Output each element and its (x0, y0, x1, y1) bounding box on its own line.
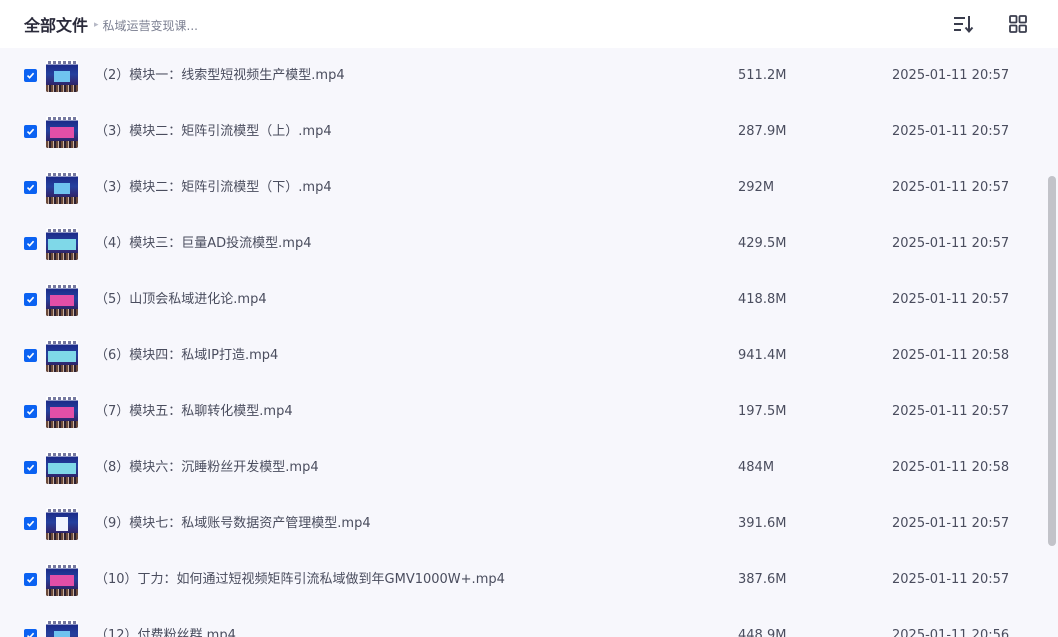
file-modified-time: 2025-01-11 20:58 (892, 348, 1010, 363)
video-thumbnail[interactable] (46, 284, 78, 316)
checkmark-icon (26, 240, 35, 247)
file-name[interactable]: （6）模块四：私域IP打造.mp4 (95, 328, 278, 384)
row-checkbox[interactable] (24, 629, 37, 637)
vertical-scrollbar[interactable] (1046, 48, 1058, 637)
checkmark-icon (26, 296, 35, 303)
file-modified-time: 2025-01-11 20:57 (892, 68, 1010, 83)
file-row[interactable]: （5）山顶会私域进化论.mp4 418.8M 2025-01-11 20:57 (0, 272, 1046, 328)
file-row[interactable]: （8）模块六：沉睡粉丝开发模型.mp4 484M 2025-01-11 20:5… (0, 440, 1046, 496)
file-browser: 全部文件 ▸ 私域运营变现课... （2）模块一：线索型短视频生产模型.mp4 … (0, 0, 1058, 637)
checkmark-icon (26, 632, 35, 637)
file-list: （2）模块一：线索型短视频生产模型.mp4 511.2M 2025-01-11 … (0, 48, 1046, 637)
file-size: 391.6M (738, 516, 787, 531)
file-name[interactable]: （5）山顶会私域进化论.mp4 (95, 272, 267, 328)
file-size: 448.9M (738, 628, 787, 637)
file-size: 292M (738, 180, 775, 195)
video-thumbnail[interactable] (46, 228, 78, 260)
file-name[interactable]: （10）丁力：如何通过短视频矩阵引流私域做到年GMV1000W+.mp4 (95, 552, 505, 608)
file-row[interactable]: （3）模块二：矩阵引流模型（下）.mp4 292M 2025-01-11 20:… (0, 160, 1046, 216)
row-checkbox[interactable] (24, 405, 37, 418)
breadcrumb-root[interactable]: 全部文件 (24, 12, 88, 36)
file-modified-time: 2025-01-11 20:57 (892, 180, 1010, 195)
row-checkbox[interactable] (24, 237, 37, 250)
file-row[interactable]: （3）模块二：矩阵引流模型（上）.mp4 287.9M 2025-01-11 2… (0, 104, 1046, 160)
file-modified-time: 2025-01-11 20:57 (892, 572, 1010, 587)
file-modified-time: 2025-01-11 20:57 (892, 292, 1010, 307)
file-size: 429.5M (738, 236, 787, 251)
row-checkbox[interactable] (24, 573, 37, 586)
file-name[interactable]: （8）模块六：沉睡粉丝开发模型.mp4 (95, 440, 319, 496)
checkmark-icon (26, 352, 35, 359)
file-size: 287.9M (738, 124, 787, 139)
file-row[interactable]: （7）模块五：私聊转化模型.mp4 197.5M 2025-01-11 20:5… (0, 384, 1046, 440)
checkmark-icon (26, 184, 35, 191)
row-checkbox[interactable] (24, 293, 37, 306)
file-modified-time: 2025-01-11 20:57 (892, 124, 1010, 139)
breadcrumb-separator-icon: ▸ (94, 20, 99, 30)
checkmark-icon (26, 128, 35, 135)
file-row[interactable]: （6）模块四：私域IP打造.mp4 941.4M 2025-01-11 20:5… (0, 328, 1046, 384)
file-row[interactable]: （9）模块七：私域账号数据资产管理模型.mp4 391.6M 2025-01-1… (0, 496, 1046, 552)
file-name[interactable]: （4）模块三：巨量AD投流模型.mp4 (95, 216, 312, 272)
file-name[interactable]: （3）模块二：矩阵引流模型（下）.mp4 (95, 160, 332, 216)
grid-view-icon[interactable] (1006, 12, 1030, 36)
video-thumbnail[interactable] (46, 564, 78, 596)
sort-list-icon[interactable] (951, 12, 975, 36)
checkmark-icon (26, 520, 35, 527)
row-checkbox[interactable] (24, 517, 37, 530)
video-thumbnail[interactable] (46, 116, 78, 148)
file-modified-time: 2025-01-11 20:56 (892, 628, 1010, 637)
scrollbar-thumb[interactable] (1048, 176, 1056, 546)
file-row[interactable]: （12）付费粉丝群.mp4 448.9M 2025-01-11 20:56 (0, 608, 1046, 637)
file-name[interactable]: （9）模块七：私域账号数据资产管理模型.mp4 (95, 496, 371, 552)
file-name[interactable]: （7）模块五：私聊转化模型.mp4 (95, 384, 293, 440)
row-checkbox[interactable] (24, 349, 37, 362)
file-modified-time: 2025-01-11 20:58 (892, 460, 1010, 475)
row-checkbox[interactable] (24, 69, 37, 82)
file-size: 418.8M (738, 292, 787, 307)
file-modified-time: 2025-01-11 20:57 (892, 516, 1010, 531)
video-thumbnail[interactable] (46, 508, 78, 540)
breadcrumb: 全部文件 ▸ 私域运营变现课... (24, 0, 198, 48)
file-modified-time: 2025-01-11 20:57 (892, 404, 1010, 419)
file-size: 197.5M (738, 404, 787, 419)
file-size: 484M (738, 460, 775, 475)
file-row[interactable]: （4）模块三：巨量AD投流模型.mp4 429.5M 2025-01-11 20… (0, 216, 1046, 272)
file-size: 941.4M (738, 348, 787, 363)
file-name[interactable]: （12）付费粉丝群.mp4 (95, 608, 236, 637)
video-thumbnail[interactable] (46, 396, 78, 428)
checkmark-icon (26, 408, 35, 415)
video-thumbnail[interactable] (46, 452, 78, 484)
checkmark-icon (26, 464, 35, 471)
row-checkbox[interactable] (24, 125, 37, 138)
top-bar: 全部文件 ▸ 私域运营变现课... (0, 0, 1058, 48)
file-size: 511.2M (738, 68, 787, 83)
video-thumbnail[interactable] (46, 620, 78, 637)
file-row[interactable]: （2）模块一：线索型短视频生产模型.mp4 511.2M 2025-01-11 … (0, 48, 1046, 104)
file-size: 387.6M (738, 572, 787, 587)
file-row[interactable]: （10）丁力：如何通过短视频矩阵引流私域做到年GMV1000W+.mp4 387… (0, 552, 1046, 608)
checkmark-icon (26, 576, 35, 583)
file-name[interactable]: （2）模块一：线索型短视频生产模型.mp4 (95, 48, 345, 104)
video-thumbnail[interactable] (46, 60, 78, 92)
row-checkbox[interactable] (24, 181, 37, 194)
row-checkbox[interactable] (24, 461, 37, 474)
video-thumbnail[interactable] (46, 340, 78, 372)
file-name[interactable]: （3）模块二：矩阵引流模型（上）.mp4 (95, 104, 332, 160)
file-modified-time: 2025-01-11 20:57 (892, 236, 1010, 251)
video-thumbnail[interactable] (46, 172, 78, 204)
breadcrumb-current[interactable]: 私域运营变现课... (103, 17, 198, 34)
checkmark-icon (26, 72, 35, 79)
